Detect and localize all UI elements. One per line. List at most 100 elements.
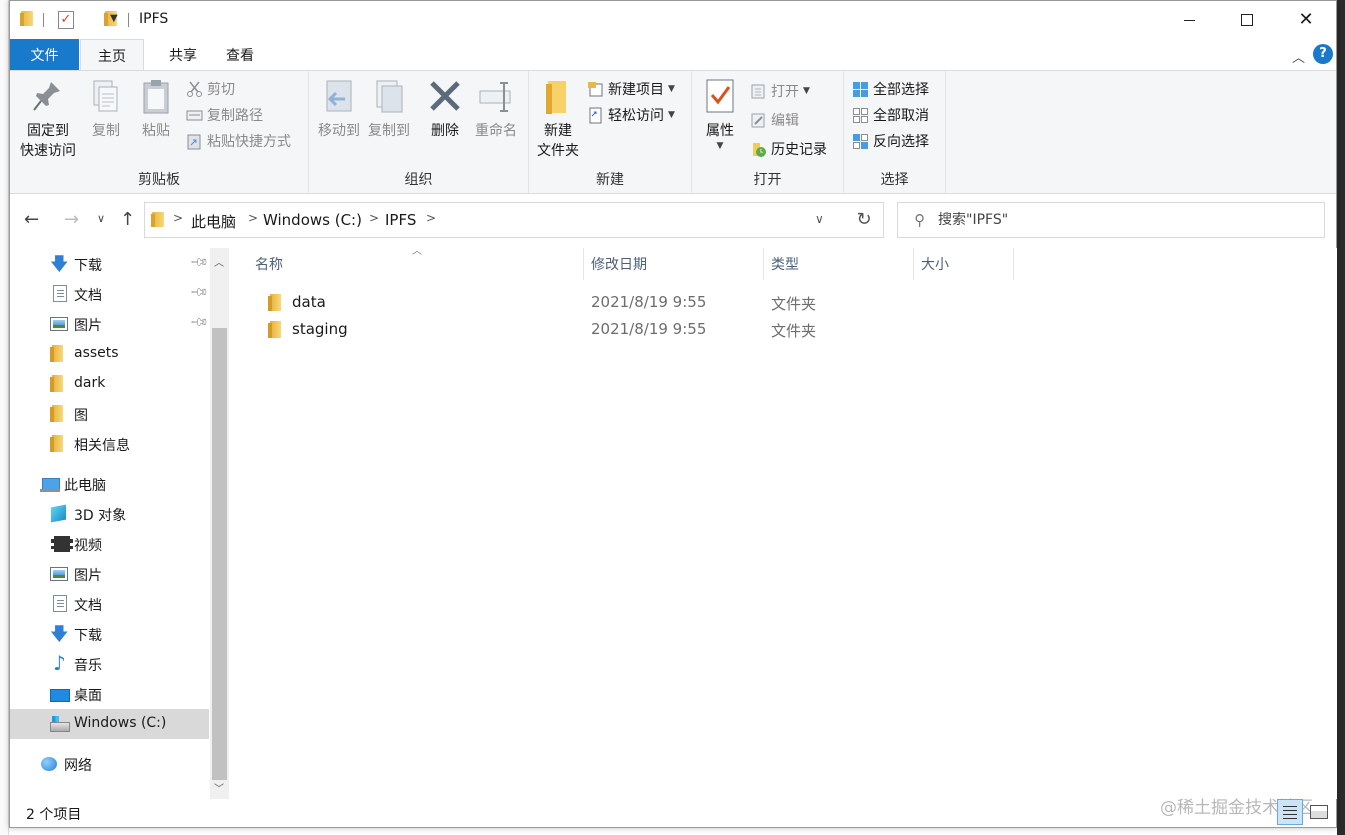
copy-to-button[interactable]: 复制到 <box>365 77 413 141</box>
paste-button[interactable]: 粘贴 <box>134 77 178 141</box>
breadcrumb-chevron-icon[interactable]: > <box>248 211 258 225</box>
download-icon <box>50 622 69 652</box>
recent-locations-chevron-icon[interactable]: ∨ <box>97 212 105 225</box>
customize-quick-access-chevron-icon[interactable]: ▼ <box>110 13 118 24</box>
nav-downloads[interactable]: 下载 <box>10 619 209 652</box>
scroll-up-chevron-icon[interactable]: ︿ <box>214 254 224 269</box>
pin-icon[interactable]: 📌︎ <box>189 312 210 333</box>
column-header-label: 名称 <box>255 257 283 273</box>
music-icon <box>50 651 68 675</box>
invert-selection-icon <box>852 133 869 150</box>
column-header-size[interactable]: 大小 <box>914 248 1014 280</box>
nav-item-label: assets <box>74 345 119 361</box>
cut-button[interactable]: 剪切 <box>186 78 235 100</box>
breadcrumb-chevron-icon[interactable]: > <box>173 211 183 225</box>
quick-access-item-related-info[interactable]: 相关信息 <box>10 429 209 459</box>
delete-button[interactable]: 删除 <box>425 77 465 141</box>
column-header-name[interactable]: 名称 <box>248 248 584 280</box>
quick-access-item-tu[interactable]: 图 <box>10 399 209 429</box>
nav-3d-objects[interactable]: 3D 对象 <box>10 499 209 529</box>
column-header-date[interactable]: 修改日期 <box>584 248 764 280</box>
select-all-button[interactable]: 全部选择 <box>852 78 929 100</box>
nav-pane-scrollbar[interactable]: ︿ ﹀ <box>210 248 229 799</box>
pin-to-quick-access-button[interactable]: 固定到 快速访问 <box>16 77 80 161</box>
copy-button[interactable]: 复制 <box>84 77 128 141</box>
large-icons-view-icon[interactable] <box>1308 802 1328 822</box>
nav-item-label: 桌面 <box>74 688 102 704</box>
tab-view[interactable]: 查看 <box>212 39 268 70</box>
copy-path-button[interactable]: 复制路径 <box>186 104 263 126</box>
invert-selection-button[interactable]: 反向选择 <box>852 130 929 152</box>
paste-shortcut-button[interactable]: 粘贴快捷方式 <box>186 130 291 152</box>
address-history-chevron-icon[interactable]: ∨ <box>815 212 824 226</box>
breadcrumb-drive[interactable]: Windows (C:) <box>263 211 362 229</box>
search-box[interactable]: ⚲ <box>897 202 1325 238</box>
breadcrumb-chevron-icon[interactable]: > <box>369 211 379 225</box>
move-to-button[interactable]: 移动到 <box>315 77 363 141</box>
new-folder-button[interactable]: 新建 文件夹 <box>533 77 583 161</box>
file-row-data[interactable]: data 2021/8/19 9:55 文件夹 <box>256 290 856 316</box>
breadcrumb-this-pc[interactable]: 此电脑 <box>191 211 236 232</box>
new-item-button[interactable]: 新建项目 ▼ <box>587 78 675 100</box>
nav-documents[interactable]: 文档 <box>10 589 209 619</box>
collapse-ribbon-chevron-icon[interactable]: ︿ <box>1292 47 1305 66</box>
edit-button[interactable]: 编辑 <box>750 109 799 131</box>
nav-pictures[interactable]: 图片 <box>10 559 209 589</box>
properties-label: 属性 <box>706 123 734 139</box>
pin-icon[interactable]: 📌︎ <box>189 252 210 273</box>
breadcrumb-ipfs[interactable]: IPFS <box>385 211 416 229</box>
folder-icon <box>50 375 68 393</box>
nav-item-label: 3D 对象 <box>74 508 127 524</box>
help-icon[interactable]: ? <box>1313 44 1333 64</box>
nav-this-pc[interactable]: 此电脑 <box>10 469 209 499</box>
folder-icon <box>268 321 283 338</box>
nav-network[interactable]: 网络 <box>10 749 209 779</box>
search-input[interactable] <box>938 203 1318 237</box>
column-header-type[interactable]: 类型 <box>764 248 914 280</box>
minimize-button[interactable] <box>1159 1 1219 39</box>
nav-item-label: 文档 <box>74 288 102 304</box>
quick-access-item-documents[interactable]: 文档 📌︎ <box>10 279 210 309</box>
properties-button[interactable]: 属性 ▼ <box>698 77 742 151</box>
pin-label-line2: 快速访问 <box>20 143 76 159</box>
refresh-button[interactable]: ↻ <box>845 202 884 238</box>
nav-desktop[interactable]: 桌面 <box>10 679 209 709</box>
open-label: 打开 <box>771 84 799 100</box>
tab-home[interactable]: 主页 <box>80 39 144 71</box>
maximize-button[interactable] <box>1217 1 1277 39</box>
address-bar[interactable]: > 此电脑 > Windows (C:) > IPFS > ∨ <box>144 202 884 238</box>
tab-file[interactable]: 文件 <box>10 39 79 70</box>
title-bar[interactable]: ✓ ▼ IPFS ✕ <box>10 1 1336 39</box>
quick-access-item-downloads[interactable]: 下载 📌︎ <box>10 249 210 282</box>
select-none-button[interactable]: 全部取消 <box>852 104 929 126</box>
nav-windows-c-drive[interactable]: Windows (C:) <box>10 709 209 739</box>
up-arrow-icon[interactable]: ↑ <box>120 209 135 230</box>
address-folder-icon <box>151 211 165 228</box>
pin-icon[interactable]: 📌︎ <box>189 282 210 303</box>
file-list: ︿ 名称 修改日期 类型 大小 data 2021/8/19 9:55 文件夹 … <box>230 246 1337 799</box>
rename-button[interactable]: 重命名 <box>471 77 521 141</box>
tab-share[interactable]: 共享 <box>155 39 211 70</box>
nav-videos[interactable]: 视频 <box>10 529 209 559</box>
column-header-label: 修改日期 <box>591 257 647 273</box>
easy-access-button[interactable]: 轻松访问 ▼ <box>587 104 675 126</box>
forward-arrow-icon[interactable]: → <box>64 209 79 230</box>
back-arrow-icon[interactable]: ← <box>24 209 39 230</box>
history-icon <box>750 141 767 158</box>
close-icon: ✕ <box>1298 9 1314 30</box>
properties-quick-icon[interactable]: ✓ <box>58 11 74 29</box>
file-row-staging[interactable]: staging 2021/8/19 9:55 文件夹 <box>256 317 856 343</box>
details-view-icon[interactable] <box>1277 799 1303 825</box>
quick-access-item-assets[interactable]: assets <box>10 339 209 369</box>
breadcrumb-chevron-icon[interactable]: > <box>426 211 436 225</box>
properties-icon <box>702 77 738 117</box>
quick-access-item-dark[interactable]: dark <box>10 369 209 399</box>
nav-music[interactable]: 音乐 <box>10 649 209 679</box>
scrollbar-thumb[interactable] <box>212 328 227 780</box>
history-button[interactable]: 历史记录 <box>750 138 827 160</box>
nav-item-label: 图片 <box>74 568 102 584</box>
close-button[interactable]: ✕ <box>1276 1 1336 39</box>
quick-access-item-pictures[interactable]: 图片 📌︎ <box>10 309 210 339</box>
open-button[interactable]: 打开 ▼ <box>750 80 810 102</box>
scroll-down-chevron-icon[interactable]: ﹀ <box>214 780 224 795</box>
